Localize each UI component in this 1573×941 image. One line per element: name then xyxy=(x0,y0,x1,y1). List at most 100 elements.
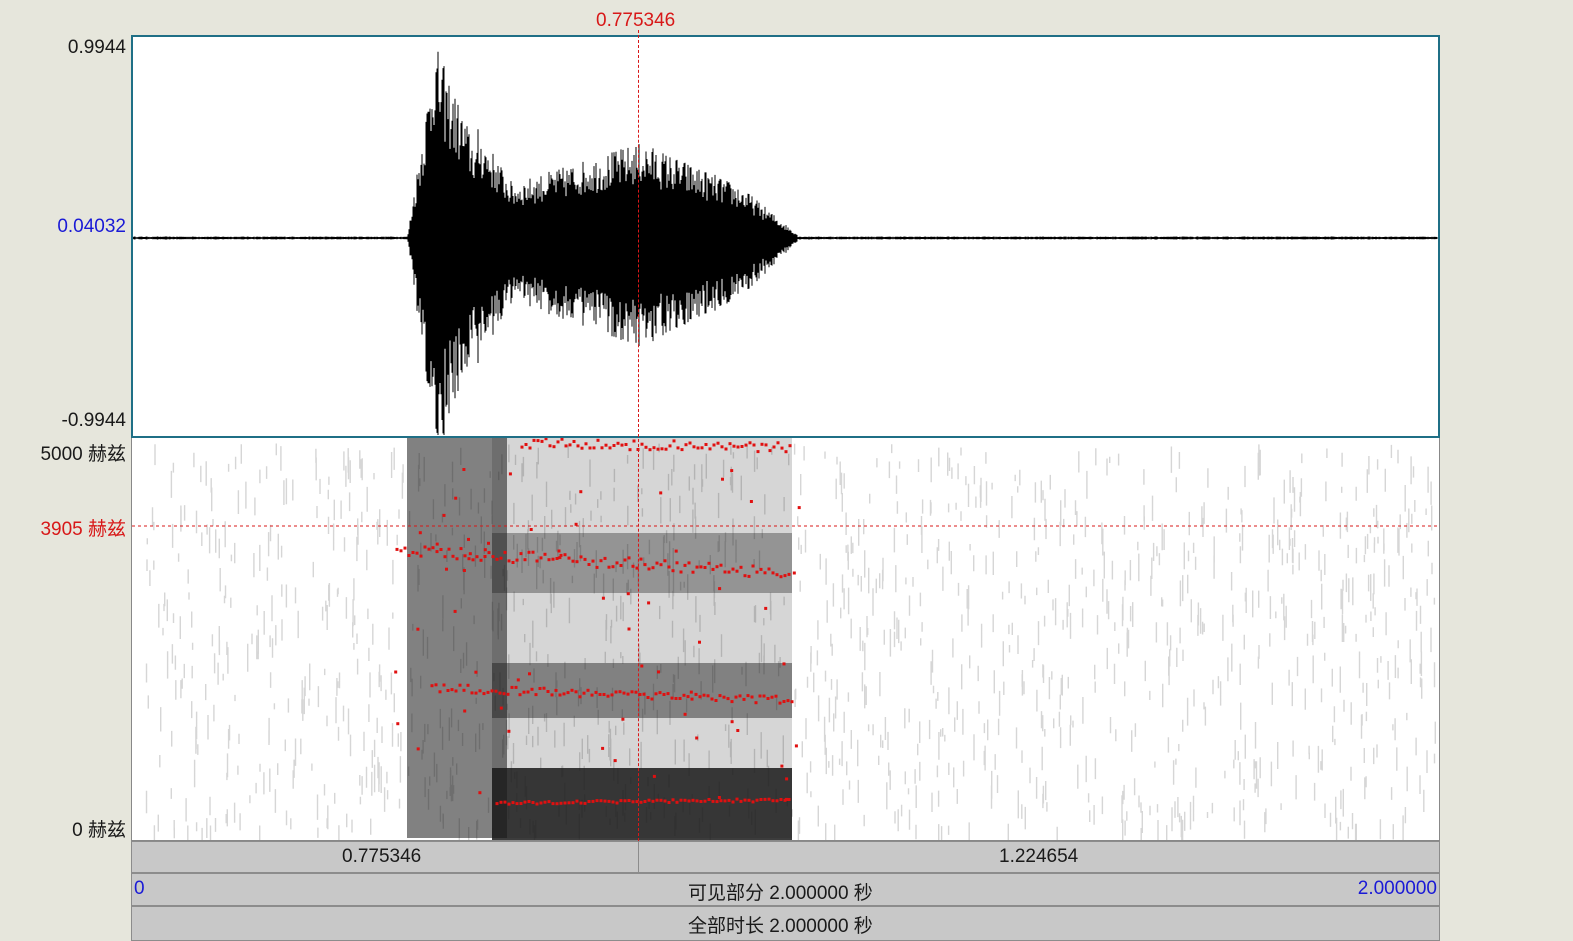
formant-point xyxy=(706,694,710,698)
formant-point xyxy=(607,565,611,569)
formant-point xyxy=(445,567,448,571)
formant-point xyxy=(771,571,775,575)
formant-point xyxy=(778,701,782,705)
time-segment-bar[interactable]: 0.775346 1.224654 xyxy=(131,841,1440,873)
formant-point xyxy=(446,689,450,692)
formant-point xyxy=(607,799,611,803)
formant-point xyxy=(711,799,715,803)
formant-point xyxy=(703,799,707,803)
visible-end-time: 2.000000 xyxy=(1357,878,1437,899)
formant-point xyxy=(784,450,788,454)
formant-point xyxy=(467,557,471,561)
formant-point xyxy=(411,551,415,554)
formant-point xyxy=(618,690,622,694)
formant-point xyxy=(423,545,427,549)
formant-point xyxy=(628,448,632,452)
formant-point xyxy=(666,692,670,696)
formant-point xyxy=(787,572,791,576)
formant-point xyxy=(583,801,587,805)
formant-point xyxy=(715,565,719,569)
formant-point xyxy=(450,688,454,692)
formant-point xyxy=(542,686,546,690)
formant-point xyxy=(621,717,625,721)
formant-point xyxy=(690,697,694,701)
visible-part-bar[interactable]: 0 可见部分 2.000000 秒 2.000000 xyxy=(131,873,1440,906)
formant-point xyxy=(453,609,457,613)
right-segment[interactable]: 1.224654 xyxy=(639,842,1439,872)
formant-point xyxy=(686,695,690,699)
formant-point xyxy=(563,801,567,805)
formant-point xyxy=(612,444,616,447)
formant-point xyxy=(467,537,470,541)
formant-point xyxy=(528,446,532,450)
formant-point xyxy=(678,697,682,700)
time-cursor-line[interactable] xyxy=(638,30,639,841)
formant-point xyxy=(704,443,708,446)
formant-point xyxy=(519,552,523,556)
formant-point xyxy=(471,558,475,562)
formant-point xyxy=(502,692,506,696)
formant-point xyxy=(462,569,466,572)
formant-point xyxy=(510,685,514,689)
formant-point xyxy=(570,688,574,692)
formant-point xyxy=(674,549,678,553)
formant-point xyxy=(579,490,583,494)
formant-point xyxy=(712,443,716,447)
formant-point xyxy=(730,720,734,724)
formant-point xyxy=(671,569,675,573)
formant-point xyxy=(529,528,533,531)
total-duration-bar[interactable]: 全部时长 2.000000 秒 xyxy=(131,906,1440,941)
formant-point xyxy=(751,564,755,568)
formant-point xyxy=(620,443,624,447)
formant-point xyxy=(600,446,604,450)
formant-point xyxy=(544,438,548,441)
formant-point xyxy=(639,800,643,804)
amplitude-max-label: 0.9944 xyxy=(67,37,126,58)
formant-point xyxy=(797,506,801,510)
formant-point xyxy=(474,691,478,695)
formant-point xyxy=(435,542,439,546)
formant-point xyxy=(748,441,752,445)
formant-point xyxy=(654,692,658,696)
formant-point xyxy=(582,691,586,695)
formant-point xyxy=(615,801,619,805)
formant-point xyxy=(703,566,707,569)
formant-point xyxy=(710,697,714,701)
formant-point xyxy=(719,799,723,803)
formant-point xyxy=(670,696,674,700)
spectrogram-panel[interactable] xyxy=(131,438,1440,841)
formant-point xyxy=(518,693,522,697)
waveform-plot xyxy=(133,51,1438,435)
formant-point xyxy=(572,440,576,443)
formant-point xyxy=(723,570,727,574)
left-segment[interactable]: 0.775346 xyxy=(132,842,639,872)
formant-point xyxy=(682,693,686,697)
formant-point xyxy=(754,701,758,705)
formant-point xyxy=(689,690,693,694)
formant-point xyxy=(507,802,511,806)
formant-point xyxy=(647,601,651,605)
formant-point xyxy=(615,561,619,565)
formant-point xyxy=(416,747,420,751)
formant-point xyxy=(551,557,555,561)
formant-point xyxy=(640,664,644,668)
formant-point xyxy=(495,557,499,561)
formant-point xyxy=(536,439,540,443)
waveform-panel[interactable] xyxy=(131,35,1440,438)
formant-point xyxy=(463,554,467,558)
formant-point xyxy=(490,689,494,693)
formant-point xyxy=(418,531,422,535)
formant-point xyxy=(495,802,499,806)
formant-point xyxy=(707,798,711,801)
formant-point xyxy=(642,692,646,696)
formant-point xyxy=(667,801,671,804)
cursor-time-label: 0.775346 xyxy=(596,10,676,31)
formant-point xyxy=(559,801,563,805)
formant-point xyxy=(663,559,667,563)
formant-point xyxy=(640,442,644,446)
formant-point xyxy=(595,565,599,569)
formant-point xyxy=(596,438,600,442)
formant-point xyxy=(675,800,679,804)
formant-point xyxy=(447,547,451,551)
formant-point xyxy=(483,548,487,552)
